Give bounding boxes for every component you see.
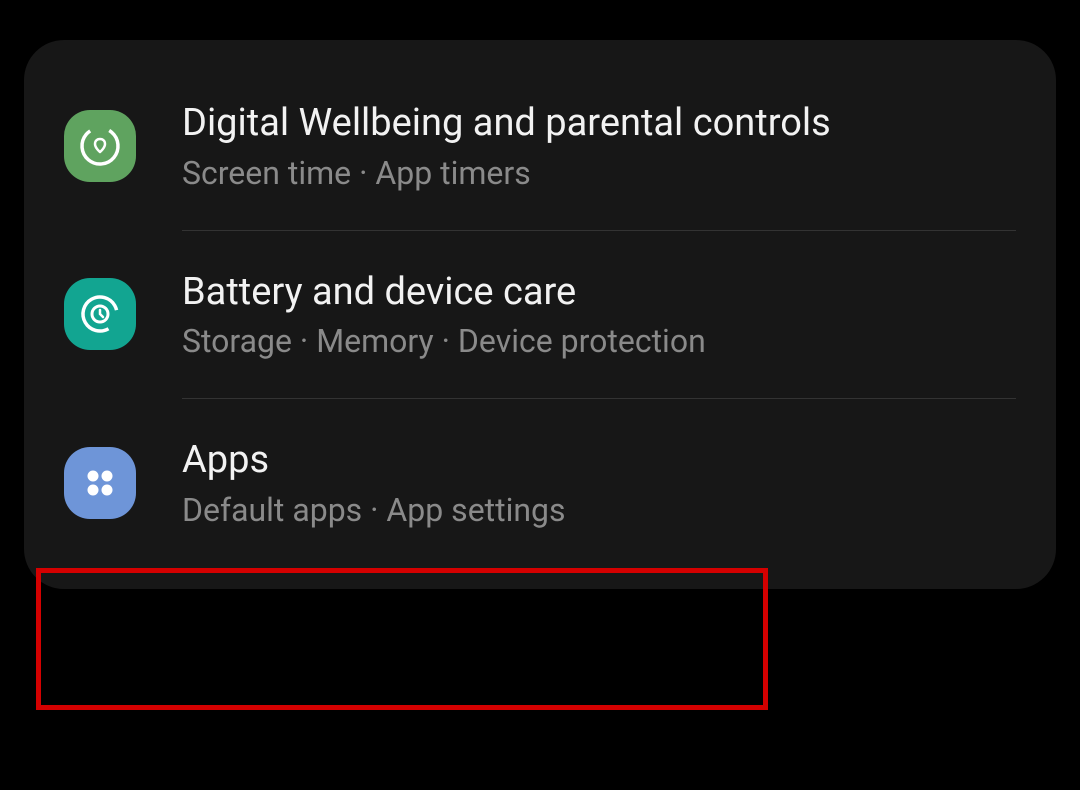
settings-panel: Digital Wellbeing and parental controls … (24, 40, 1056, 589)
device-care-icon (64, 278, 136, 350)
settings-item-battery-device-care[interactable]: Battery and device care Storage · Memory… (24, 249, 1056, 381)
settings-item-subtitle: Default apps · App settings (182, 491, 566, 529)
wellbeing-icon (64, 110, 136, 182)
settings-item-digital-wellbeing[interactable]: Digital Wellbeing and parental controls … (24, 80, 1056, 212)
apps-icon (64, 447, 136, 519)
settings-item-title: Apps (182, 437, 566, 485)
divider (182, 398, 1016, 399)
annotation-highlight (36, 568, 768, 710)
settings-item-title: Digital Wellbeing and parental controls (182, 100, 831, 148)
divider (182, 230, 1016, 231)
settings-item-subtitle: Screen time · App timers (182, 154, 831, 192)
settings-item-title: Battery and device care (182, 269, 706, 317)
settings-item-subtitle: Storage · Memory · Device protection (182, 322, 706, 360)
settings-item-apps[interactable]: Apps Default apps · App settings (24, 417, 1056, 549)
